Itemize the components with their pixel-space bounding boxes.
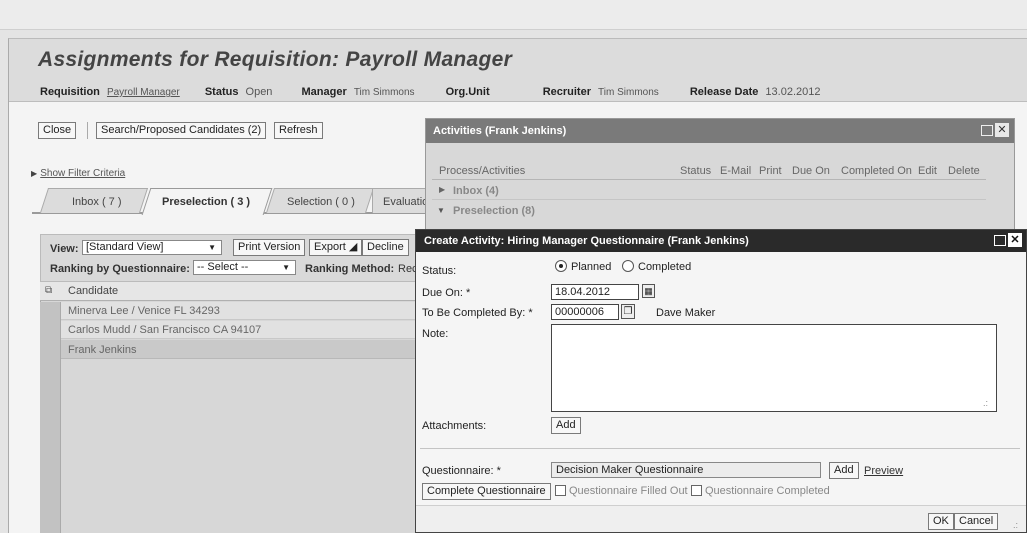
- ranking-label: Ranking by Questionnaire:: [50, 263, 190, 275]
- questionnaire-completed-checkbox[interactable]: Questionnaire Completed: [691, 485, 830, 497]
- tab-evaluation-label: Evaluatio: [383, 196, 429, 208]
- tab-inbox-label: Inbox ( 7 ): [72, 196, 122, 208]
- activities-col-edit: Edit: [918, 165, 937, 177]
- release-date-label: Release Date: [689, 86, 759, 98]
- print-version-button[interactable]: Print Version: [233, 239, 306, 256]
- refresh-button[interactable]: Refresh: [274, 122, 323, 139]
- status-field-label: Status:: [422, 265, 457, 277]
- due-on-input[interactable]: 18.04.2012: [551, 284, 639, 300]
- collapse-arrow-icon: ▼: [437, 206, 445, 215]
- header-info: Requisition Payroll Manager Status Open …: [40, 86, 820, 98]
- activities-row-label: Inbox (4): [453, 185, 499, 197]
- complete-questionnaire-button[interactable]: Complete Questionnaire: [422, 483, 551, 500]
- candidate-cell: Carlos Mudd / San Francisco CA 94107: [68, 324, 262, 336]
- status-value: Open: [245, 86, 273, 98]
- ranking-select[interactable]: -- Select -- ▼: [193, 260, 296, 275]
- add-questionnaire-button[interactable]: Add: [829, 462, 859, 479]
- expand-arrow-icon: ▶: [31, 169, 38, 178]
- view-label: View:: [50, 243, 79, 255]
- attachments-label: Attachments:: [422, 420, 487, 432]
- checkbox-icon: [555, 485, 566, 496]
- tab-preselection-label: Preselection ( 3 ): [162, 196, 251, 208]
- note-textarea[interactable]: [551, 324, 997, 412]
- cancel-button[interactable]: Cancel: [954, 513, 999, 530]
- manager-label: Manager: [301, 86, 347, 98]
- export-button[interactable]: Export ◢: [309, 239, 363, 256]
- maximize-icon[interactable]: [994, 235, 1006, 246]
- maximize-icon[interactable]: [981, 125, 993, 136]
- radio-icon: [622, 260, 634, 272]
- ok-button[interactable]: OK: [928, 513, 954, 530]
- orgunit-label: Org.Unit: [445, 86, 490, 98]
- close-icon[interactable]: ✕: [995, 123, 1009, 137]
- dropdown-arrow-icon: ▼: [208, 243, 216, 252]
- view-select[interactable]: [Standard View] ▼: [82, 240, 222, 255]
- close-button[interactable]: Close: [38, 122, 77, 139]
- note-label: Note:: [422, 328, 449, 340]
- checkbox-icon: [691, 485, 702, 496]
- activities-col-due: Due On: [792, 165, 830, 177]
- completed-by-label: To Be Completed By: *: [422, 307, 533, 319]
- requisition-link[interactable]: Payroll Manager: [107, 87, 180, 98]
- release-date-value: 13.02.2012: [765, 86, 821, 98]
- dialog-title: Create Activity: Hiring Manager Question…: [424, 235, 749, 247]
- filter-toggle[interactable]: ▶ Show Filter Criteria: [31, 167, 125, 179]
- questionnaire-field[interactable]: Decision Maker Questionnaire: [551, 462, 821, 478]
- value-help-icon[interactable]: ❐: [621, 304, 635, 319]
- planned-radio[interactable]: Planned: [555, 260, 611, 273]
- section-divider: [420, 448, 1020, 449]
- activities-row-inbox[interactable]: [432, 181, 986, 200]
- activities-col-status: Status: [680, 165, 712, 177]
- activities-col-process: Process/Activities: [439, 165, 526, 177]
- activities-col-email: E-Mail: [720, 165, 752, 177]
- recruiter-label: Recruiter: [542, 86, 591, 98]
- completed-radio[interactable]: Completed: [622, 260, 691, 273]
- filled-out-checkbox[interactable]: Questionnaire Filled Out: [555, 485, 688, 497]
- candidate-cell: Minerva Lee / Venice FL 34293: [68, 305, 220, 317]
- search-candidates-button[interactable]: Search/Proposed Candidates (2): [96, 122, 267, 139]
- toolbar-separator: [87, 122, 88, 139]
- due-on-label: Due On: *: [422, 287, 471, 299]
- radio-selected-icon: [555, 260, 567, 272]
- candidate-column-header: Candidate: [68, 285, 119, 297]
- recruiter-value: Tim Simmons: [598, 87, 659, 98]
- dropdown-arrow-icon: ▼: [282, 263, 290, 272]
- requisition-label: Requisition: [40, 86, 100, 98]
- resize-grip-icon[interactable]: .:: [983, 398, 988, 408]
- questionnaire-label: Questionnaire: *: [422, 465, 501, 477]
- show-filter-link[interactable]: Show Filter Criteria: [40, 168, 125, 179]
- tab-selection-label: Selection ( 0 ): [287, 196, 355, 208]
- top-bar: [0, 0, 1027, 30]
- preview-link[interactable]: Preview: [864, 465, 903, 477]
- decline-button[interactable]: Decline: [362, 239, 409, 256]
- table-settings-icon[interactable]: ⧉: [45, 285, 52, 296]
- activities-col-print: Print: [759, 165, 782, 177]
- row-selector-column: [40, 302, 61, 533]
- completed-by-name: Dave Maker: [656, 307, 716, 319]
- candidate-cell: Frank Jenkins: [68, 344, 137, 356]
- expand-arrow-icon: ▶: [439, 185, 446, 194]
- completed-by-input[interactable]: 00000006: [551, 304, 619, 320]
- page-title: Assignments for Requisition: Payroll Man…: [38, 48, 513, 71]
- close-icon[interactable]: ✕: [1008, 233, 1022, 247]
- activities-col-completed: Completed On: [841, 165, 912, 177]
- status-label: Status: [204, 86, 239, 98]
- ranking-method-label: Ranking Method:: [305, 263, 395, 275]
- manager-value: Tim Simmons: [353, 87, 415, 98]
- resize-grip-icon[interactable]: .:: [1013, 520, 1018, 530]
- add-attachment-button[interactable]: Add: [551, 417, 581, 434]
- activities-title: Activities (Frank Jenkins): [433, 125, 567, 137]
- calendar-icon[interactable]: ▦: [642, 284, 655, 298]
- activities-col-delete: Delete: [948, 165, 980, 177]
- activities-row-label: Preselection (8): [453, 205, 535, 217]
